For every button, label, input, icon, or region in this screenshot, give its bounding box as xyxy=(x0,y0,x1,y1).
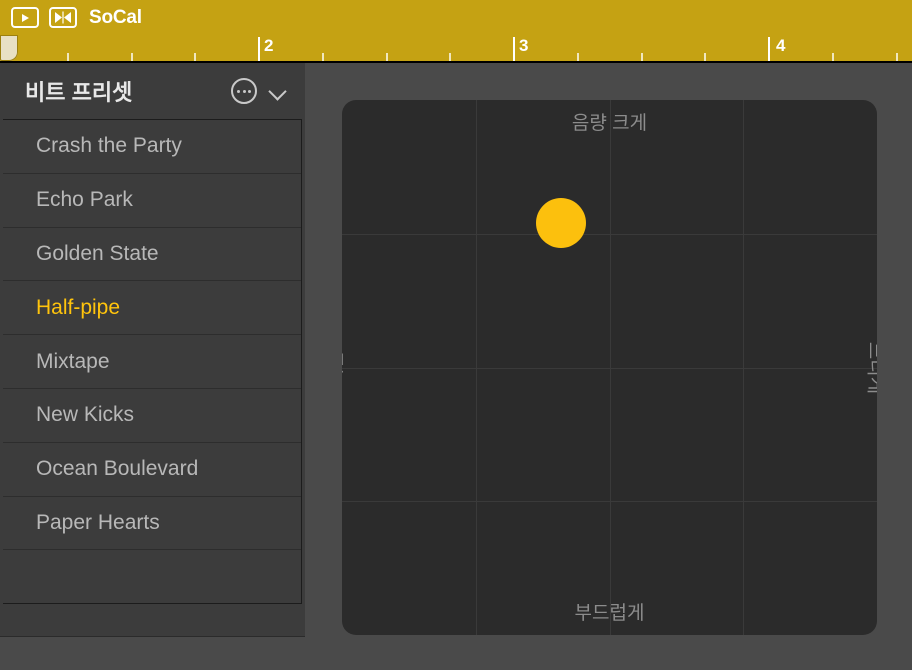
ruler-bar-tick xyxy=(258,37,260,61)
xy-pad-label-right: 느리게 xyxy=(864,341,877,394)
ruler-bar-number: 3 xyxy=(519,36,529,55)
xy-pad-label-top: 음량 크게 xyxy=(571,113,648,134)
ruler-beat-tick xyxy=(895,53,898,61)
preset-list-item[interactable]: Paper Hearts xyxy=(3,497,301,551)
ruler-bar-number: 2 xyxy=(264,36,274,55)
preset-list-item-label: Crash the Party xyxy=(36,134,182,158)
preset-list-item[interactable]: Echo Park xyxy=(3,174,301,228)
preset-list[interactable]: Crash the Party Echo Park Golden State Half… xyxy=(3,119,302,604)
ruler-bar-number: 4 xyxy=(776,36,786,55)
ruler-beat-tick xyxy=(640,53,643,61)
preset-list-item-label: Ocean Boulevard xyxy=(36,457,199,481)
preset-list-item-label: Golden State xyxy=(36,241,159,265)
ruler-beat-tick xyxy=(449,53,452,61)
ellipsis-circle-icon[interactable] xyxy=(231,78,257,104)
preset-sidebar-header: 비트 프리셋 xyxy=(0,63,305,119)
ruler-beat-tick xyxy=(704,53,707,61)
preset-list-item-label: Half-pipe xyxy=(36,295,121,319)
preset-list-item[interactable]: New Kicks xyxy=(3,389,301,443)
timeline-ruler[interactable]: 2 3 4 xyxy=(0,35,912,63)
xy-pad-gridline-horizontal xyxy=(342,233,877,235)
play-icon[interactable] xyxy=(11,7,39,28)
xy-pad-gridline-vertical xyxy=(609,100,611,635)
track-title: SoCal xyxy=(89,6,142,28)
preset-list-item[interactable]: Mixtape xyxy=(3,335,301,389)
ruler-beat-tick xyxy=(385,53,388,61)
preset-list-item[interactable]: Crash the Party xyxy=(3,120,301,174)
ruler-beat-tick xyxy=(194,53,197,61)
xy-pad[interactable]: 음량 크게 부드럽게 빠름 느리게 xyxy=(342,100,877,635)
socal-beat-preset-window: SoCal 2 3 4 비트 프리셋 Crash the Party Echo Par… xyxy=(0,0,912,670)
xy-pad-puck[interactable] xyxy=(536,198,587,249)
xy-pad-label-left: 빠름 xyxy=(342,350,346,385)
flex-time-icon[interactable] xyxy=(49,7,77,28)
preset-list-item-empty[interactable] xyxy=(3,550,301,604)
chevron-down-icon[interactable] xyxy=(269,82,287,100)
sidebar-footer xyxy=(0,636,305,670)
preset-list-item-label: Echo Park xyxy=(36,188,133,212)
ruler-bar-tick xyxy=(768,37,770,61)
ruler-bar-tick xyxy=(513,37,515,61)
playhead-marker[interactable] xyxy=(0,35,18,61)
preset-list-item-label: Paper Hearts xyxy=(36,510,160,534)
ruler-beat-tick xyxy=(576,53,579,61)
ruler-beat-tick xyxy=(321,53,324,61)
page-title: 비트 프리셋 xyxy=(25,80,133,105)
preset-sidebar: 비트 프리셋 Crash the Party Echo Park Golden St… xyxy=(0,63,305,670)
ruler-beat-tick xyxy=(130,53,133,61)
preset-list-item-label: New Kicks xyxy=(36,403,135,427)
ruler-beat-tick xyxy=(831,53,834,61)
ruler-beat-tick xyxy=(66,53,69,61)
preset-list-item[interactable]: Ocean Boulevard xyxy=(3,443,301,497)
xy-pad-pane: 음량 크게 부드럽게 빠름 느리게 xyxy=(305,63,912,670)
xy-pad-gridline-vertical xyxy=(475,100,477,635)
preset-list-item-label: Mixtape xyxy=(36,349,110,373)
preset-list-item[interactable]: Half-pipe xyxy=(3,281,301,336)
track-header-bar: SoCal xyxy=(0,0,912,35)
xy-pad-label-bottom: 부드럽게 xyxy=(574,603,645,624)
preset-list-item[interactable]: Golden State xyxy=(3,228,301,282)
